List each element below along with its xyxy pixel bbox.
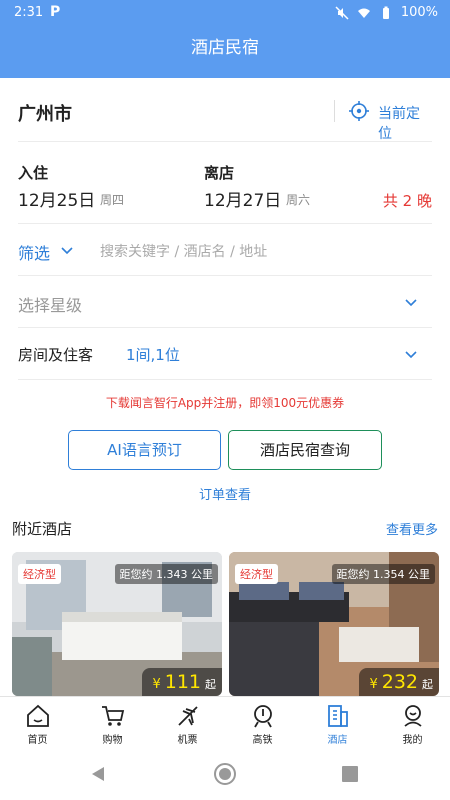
tab-label: 购物	[102, 735, 123, 746]
hotel-card[interactable]: 经济型 距您约 1.354 公里 ¥ 232 起	[229, 552, 439, 696]
chevron-down-icon	[405, 299, 417, 307]
system-nav-bar	[0, 748, 450, 800]
price-amount: 111	[164, 671, 201, 693]
status-bar: 2:31 P 100%	[0, 0, 450, 26]
train-icon	[253, 705, 272, 728]
hotel-price: ¥ 232 起	[359, 668, 439, 696]
tab-shopping[interactable]: 购物	[75, 697, 150, 748]
date-row[interactable]: 入住 12月25日 周四 离店 12月27日 周六 共 2 晚	[18, 142, 432, 224]
tab-profile[interactable]: 我的	[375, 697, 450, 748]
status-time: 2:31	[14, 5, 44, 20]
price-suffix: 起	[205, 678, 216, 691]
tab-label: 酒店	[327, 735, 348, 746]
back-icon[interactable]	[90, 766, 106, 782]
checkin-weekday: 周四	[100, 193, 125, 207]
hotel-distance: 距您约 1.354 公里	[331, 564, 435, 584]
recent-apps-icon[interactable]	[342, 766, 358, 782]
mute-icon	[335, 5, 349, 20]
guests-value: 1间,1位	[126, 346, 180, 364]
checkout-label: 离店	[204, 164, 235, 182]
promo-banner[interactable]: 下载闻言智行App并注册，即领100元优惠券	[0, 394, 450, 411]
view-orders-link[interactable]: 订单查看	[0, 484, 450, 503]
nights-count: 共 2 晚	[382, 192, 432, 210]
home-circle-icon[interactable]	[213, 762, 237, 786]
checkin-date[interactable]: 12月25日	[18, 186, 95, 211]
guests-row[interactable]: 房间及住客 1间,1位	[18, 328, 432, 380]
guests-label: 房间及住客	[18, 346, 94, 364]
search-input[interactable]: 搜索关键字 / 酒店名 / 地址	[100, 241, 267, 261]
hotel-type-badge: 经济型	[18, 564, 61, 584]
filter-button[interactable]: 筛选	[18, 240, 50, 264]
battery-level: 100%	[400, 5, 438, 20]
tab-label: 机票	[177, 735, 198, 746]
battery-icon	[382, 6, 389, 19]
divider	[334, 100, 335, 122]
chevron-down-icon[interactable]	[60, 243, 74, 257]
tab-label: 首页	[27, 735, 48, 746]
cart-icon	[101, 706, 124, 726]
price-currency: ¥	[152, 677, 161, 692]
hotel-search-button[interactable]: 酒店民宿查询	[228, 430, 382, 470]
price-suffix: 起	[422, 678, 433, 691]
city-selector[interactable]: 广州市	[18, 100, 72, 126]
checkout-weekday: 周六	[286, 193, 311, 207]
status-icons: 100%	[335, 5, 438, 20]
price-currency: ¥	[369, 677, 378, 692]
wifi-icon	[357, 8, 370, 18]
ai-booking-button[interactable]: AI语言预订	[68, 430, 221, 470]
locate-icon[interactable]	[348, 100, 370, 122]
price-amount: 232	[381, 671, 418, 693]
hotel-type-badge: 经济型	[235, 564, 278, 584]
hotel-price: ¥ 111 起	[142, 668, 222, 696]
tab-hotel[interactable]: 酒店	[300, 697, 375, 748]
tab-label: 我的	[402, 735, 423, 746]
hotel-card[interactable]: 经济型 距您约 1.343 公里 ¥ 111 起	[12, 552, 222, 696]
hotel-distance: 距您约 1.343 公里	[114, 564, 218, 584]
star-rating-label: 选择星级	[18, 296, 83, 315]
profile-icon	[403, 705, 422, 727]
bottom-tab-bar: 首页 购物 机票 高铁 酒店 我的	[0, 696, 450, 748]
page-title: 酒店民宿	[0, 26, 450, 78]
see-more-link[interactable]: 查看更多	[386, 519, 438, 538]
hotel-icon	[327, 705, 348, 727]
tab-train[interactable]: 高铁	[225, 697, 300, 748]
tab-home[interactable]: 首页	[0, 697, 75, 748]
parking-app-icon: P	[50, 4, 61, 20]
plane-icon	[177, 706, 198, 726]
chevron-down-icon	[405, 351, 417, 359]
tab-flights[interactable]: 机票	[150, 697, 225, 748]
city-row: 广州市 当前定位	[18, 78, 432, 142]
nearby-hotels-title: 附近酒店	[12, 520, 73, 538]
checkout-date[interactable]: 12月27日	[204, 186, 281, 211]
home-icon	[26, 704, 49, 727]
current-location-button[interactable]: 当前定位	[378, 103, 432, 143]
star-rating-row[interactable]: 选择星级	[18, 276, 432, 328]
filter-row: 筛选 搜索关键字 / 酒店名 / 地址	[18, 224, 432, 276]
checkin-label: 入住	[18, 164, 49, 182]
tab-label: 高铁	[252, 735, 273, 746]
